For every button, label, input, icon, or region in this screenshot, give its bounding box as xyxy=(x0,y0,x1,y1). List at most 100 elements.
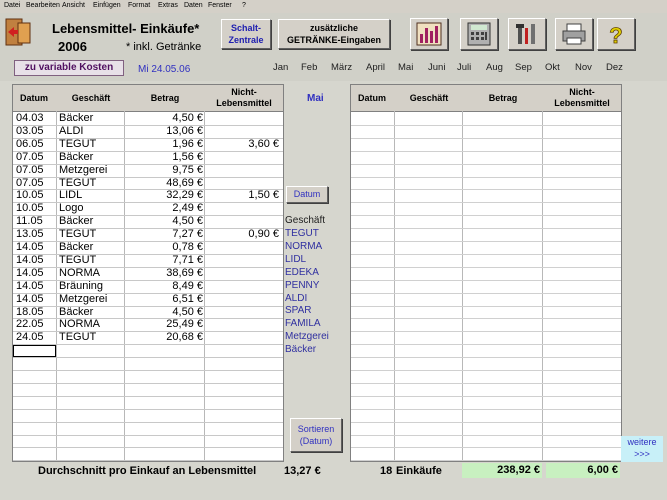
table-row[interactable]: 13.05 TEGUT 7,27 € 0,90 € xyxy=(13,228,283,241)
menu-help[interactable]: ? xyxy=(242,2,246,9)
month-aug[interactable]: Aug xyxy=(486,62,503,73)
shop-filter-item[interactable]: PENNY xyxy=(285,280,319,291)
month-mai[interactable]: Mai xyxy=(398,62,413,73)
cell-betrag: 13,06 € xyxy=(166,124,203,137)
col-header-betrag: Betrag xyxy=(488,93,518,103)
table-row[interactable]: 11.05 Bäcker 4,50 € xyxy=(13,215,283,228)
table-row[interactable]: 18.05 Bäcker 4,50 € xyxy=(13,306,283,319)
row-divider xyxy=(13,447,283,449)
shop-filter-item[interactable]: Bäcker xyxy=(285,344,316,355)
menu-fenster[interactable]: Fenster xyxy=(208,2,232,9)
menu-datei[interactable]: Datei xyxy=(4,2,20,9)
month-okt[interactable]: Okt xyxy=(545,62,560,73)
getraenke-label-1: zusätzliche xyxy=(309,23,358,33)
svg-text:?: ? xyxy=(609,23,622,46)
cell-betrag: 7,27 € xyxy=(172,228,203,241)
shop-filter-item[interactable]: NORMA xyxy=(285,241,322,252)
table-row[interactable]: 03.05 ALDI 13,06 € xyxy=(13,125,283,138)
table-row[interactable]: 22.05 NORMA 25,49 € xyxy=(13,318,283,331)
cell-datum: 13.05 xyxy=(16,228,44,241)
row-divider xyxy=(351,279,621,281)
cell-nicht-lebensmittel: 1,50 € xyxy=(248,189,279,202)
cell-geschaeft: NORMA xyxy=(59,266,100,279)
row-divider xyxy=(351,292,621,294)
row-divider xyxy=(351,241,621,242)
cell-datum: 07.05 xyxy=(16,176,44,189)
table-row[interactable]: 10.05 LIDL 32,29 € 1,50 € xyxy=(13,189,283,202)
menu-extras[interactable]: Extras xyxy=(158,2,178,9)
month-sep[interactable]: Sep xyxy=(515,62,532,73)
schalt-zentrale-button[interactable]: Schalt- Zentrale xyxy=(221,19,271,49)
table-row[interactable]: 14.05 NORMA 38,69 € xyxy=(13,267,283,280)
table-row[interactable]: 14.05 TEGUT 7,71 € xyxy=(13,254,283,267)
table-row[interactable]: 24.05 TEGUT 20,68 € xyxy=(13,331,283,344)
tools-icon xyxy=(516,24,535,44)
shop-filter-item[interactable]: LIDL xyxy=(285,254,306,265)
page-year: 2006 xyxy=(58,39,87,54)
table-row[interactable]: 07.05 Metzgerei 9,75 € xyxy=(13,164,283,177)
shop-filter-item[interactable]: Metzgerei xyxy=(285,331,329,342)
help-button[interactable]: ? xyxy=(597,18,635,50)
weitere-button[interactable]: weitere >>> xyxy=(621,436,663,462)
table-row[interactable]: 04.03 Bäcker 4,50 € xyxy=(13,112,283,125)
active-cell[interactable] xyxy=(13,345,56,357)
sort-by-datum-button[interactable]: Datum xyxy=(286,186,328,203)
getraenke-label-2: GETRÄNKE-Eingaben xyxy=(286,35,381,45)
month-dez[interactable]: Dez xyxy=(606,62,623,73)
table-row[interactable]: 10.05 Logo 2,49 € xyxy=(13,202,283,215)
cell-geschaeft: ALDI xyxy=(59,124,84,137)
table-row[interactable]: 07.05 TEGUT 48,69 € xyxy=(13,177,283,190)
shop-filter-item[interactable]: FAMILA xyxy=(285,318,321,329)
menu-daten[interactable]: Daten xyxy=(184,2,203,9)
cell-datum: 07.05 xyxy=(16,150,44,163)
row-divider xyxy=(351,447,621,449)
table-row[interactable]: 14.05 Bräuning 8,49 € xyxy=(13,280,283,293)
table-row[interactable]: 14.05 Metzgerei 6,51 € xyxy=(13,293,283,306)
menu-ansicht[interactable]: Ansicht xyxy=(62,2,85,9)
purchases-table: Datum Geschäft Betrag Nicht- Lebensmitte… xyxy=(12,84,284,462)
getraenke-button[interactable]: zusätzliche GETRÄNKE-Eingaben xyxy=(278,19,390,49)
shop-filter-item[interactable]: SPAR xyxy=(285,305,312,316)
print-button[interactable] xyxy=(555,18,593,50)
cell-datum: 14.05 xyxy=(16,292,44,305)
month-feb[interactable]: Feb xyxy=(301,62,317,73)
current-date: Mi 24.05.06 xyxy=(138,64,191,75)
table-row[interactable]: 06.05 TEGUT 1,96 € 3,60 € xyxy=(13,138,283,151)
menu-bearbeiten[interactable]: Bearbeiten xyxy=(26,2,60,9)
month-nov[interactable]: Nov xyxy=(575,62,592,73)
tools-button[interactable] xyxy=(508,18,546,50)
sortieren-button[interactable]: Sortieren (Datum) xyxy=(290,418,342,452)
menu-einfuegen[interactable]: Einfügen xyxy=(93,2,121,9)
month-jan[interactable]: Jan xyxy=(273,62,288,73)
row-divider xyxy=(13,421,283,423)
table-row[interactable]: 07.05 Bäcker 1,56 € xyxy=(13,151,283,164)
cell-geschaeft: Logo xyxy=(59,202,84,215)
row-divider xyxy=(13,408,283,410)
col-header-datum: Datum xyxy=(19,93,48,103)
zu-variable-kosten-button[interactable]: zu variable Kosten xyxy=(14,60,124,76)
month-april[interactable]: April xyxy=(366,62,385,73)
table-row[interactable]: 14.05 Bäcker 0,78 € xyxy=(13,241,283,254)
month-maerz[interactable]: März xyxy=(331,62,352,73)
cell-datum: 24.05 xyxy=(16,331,44,344)
month-juli[interactable]: Juli xyxy=(457,62,471,73)
shop-filter-item[interactable]: ALDI xyxy=(285,293,307,304)
row-divider xyxy=(13,434,283,436)
row-divider xyxy=(13,382,283,384)
month-label: Mai xyxy=(307,93,324,104)
shop-filter-item[interactable]: EDEKA xyxy=(285,267,319,278)
cell-geschaeft: LIDL xyxy=(59,189,83,202)
row-divider xyxy=(351,408,621,410)
exit-door-icon[interactable] xyxy=(4,17,34,47)
menu-format[interactable]: Format xyxy=(128,2,150,9)
calculator-button[interactable] xyxy=(460,18,498,50)
col-header-nicht-1: Nicht- xyxy=(231,87,257,97)
printer-icon xyxy=(562,23,586,45)
shop-filter-item[interactable]: TEGUT xyxy=(285,228,319,239)
menu-bar: Datei Bearbeiten Ansicht Einfügen Format… xyxy=(0,0,667,14)
chart-button[interactable] xyxy=(410,18,448,50)
bar-chart-icon xyxy=(416,22,442,46)
row-divider xyxy=(13,370,283,371)
month-juni[interactable]: Juni xyxy=(428,62,445,73)
cell-datum: 04.03 xyxy=(16,112,44,124)
